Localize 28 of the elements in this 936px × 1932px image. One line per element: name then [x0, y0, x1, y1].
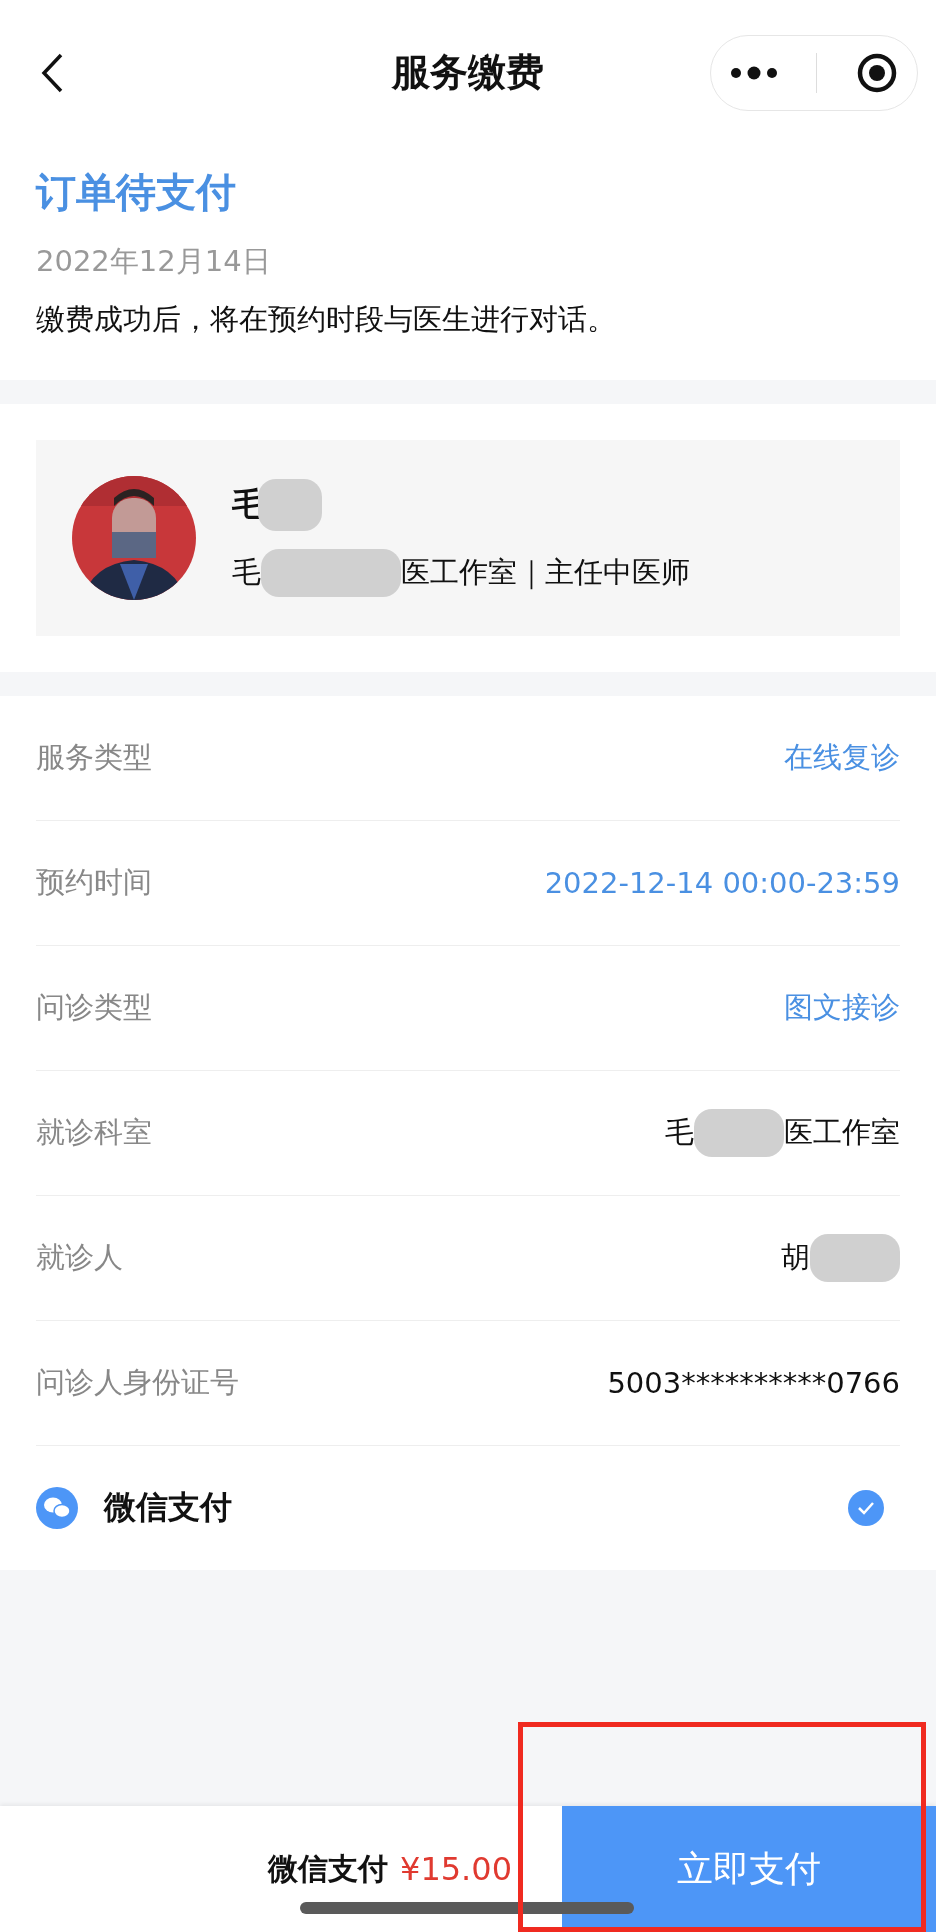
field-value: 2022-12-14 00:00-23:59	[544, 866, 900, 900]
field-label: 就诊科室	[36, 1114, 152, 1151]
field-label: 服务类型	[36, 739, 152, 776]
order-note: 缴费成功后，将在预约时段与医生进行对话。	[36, 301, 617, 338]
field-label: 问诊类型	[36, 989, 152, 1026]
order-status: 订单待支付	[36, 168, 237, 217]
payment-method-label[interactable]: 微信支付	[104, 1486, 232, 1530]
field-label: 就诊人	[36, 1239, 123, 1276]
field-label: 问诊人身份证号	[36, 1364, 239, 1401]
field-value: 医工作室	[784, 1114, 900, 1151]
chat-bubbles-icon	[36, 1487, 78, 1529]
redaction-blur	[258, 479, 322, 531]
check-icon[interactable]	[848, 1490, 884, 1526]
back-icon[interactable]	[40, 52, 64, 93]
field-value: 图文接诊	[784, 989, 900, 1026]
field-value: 毛	[665, 1114, 694, 1151]
field-label: 预约时间	[36, 864, 152, 901]
payment-method-label: 微信支付	[268, 1849, 389, 1888]
field-value: 在线复诊	[784, 739, 900, 776]
doctor-title: 医工作室｜主任中医师	[401, 554, 690, 592]
field-value: 5003**********0766	[607, 1366, 900, 1400]
doctor-surname: 毛	[232, 554, 261, 591]
price: ¥15.00	[400, 1850, 512, 1888]
page-title: 服务缴费	[390, 49, 545, 96]
field-value: 胡	[781, 1239, 810, 1276]
order-date: 2022年12月14日	[36, 243, 272, 280]
close-target-icon[interactable]	[855, 51, 898, 94]
more-icon[interactable]	[730, 65, 779, 80]
